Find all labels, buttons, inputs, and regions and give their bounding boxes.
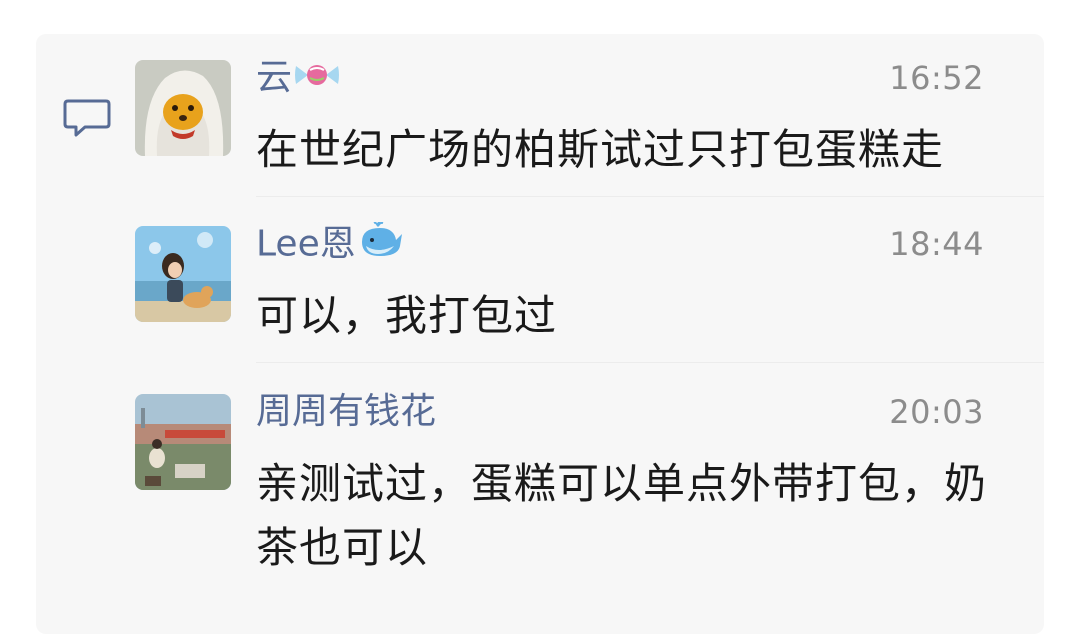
- avatar[interactable]: [135, 394, 231, 490]
- comment-text: 可以，我打包过: [256, 291, 558, 340]
- divider: [256, 362, 1044, 363]
- whale-emoji-icon: [358, 221, 404, 269]
- commenter-name-text[interactable]: 周周有钱花: [256, 391, 436, 432]
- commenter-name[interactable]: Lee恩: [256, 221, 404, 269]
- commenter-name[interactable]: 周周有钱花: [256, 390, 436, 434]
- commenter-name[interactable]: 云: [256, 56, 340, 101]
- comment-time: 18:44: [889, 225, 984, 263]
- comment-text: 在世纪广场的柏斯试过只打包蛋糕走: [256, 125, 945, 174]
- candy-emoji-icon: [294, 57, 340, 101]
- comment-text: 亲测试过，蛋糕可以单点外带打包，奶茶也可以: [256, 459, 988, 572]
- avatar[interactable]: [135, 60, 231, 156]
- avatar[interactable]: [135, 226, 231, 322]
- comment-bubble-icon: [63, 97, 111, 141]
- comment-time: 20:03: [889, 393, 984, 431]
- divider: [256, 196, 1044, 197]
- comment-time: 16:52: [889, 59, 984, 97]
- commenter-name-text[interactable]: Lee恩: [256, 224, 356, 265]
- commenter-name-text[interactable]: 云: [256, 57, 292, 98]
